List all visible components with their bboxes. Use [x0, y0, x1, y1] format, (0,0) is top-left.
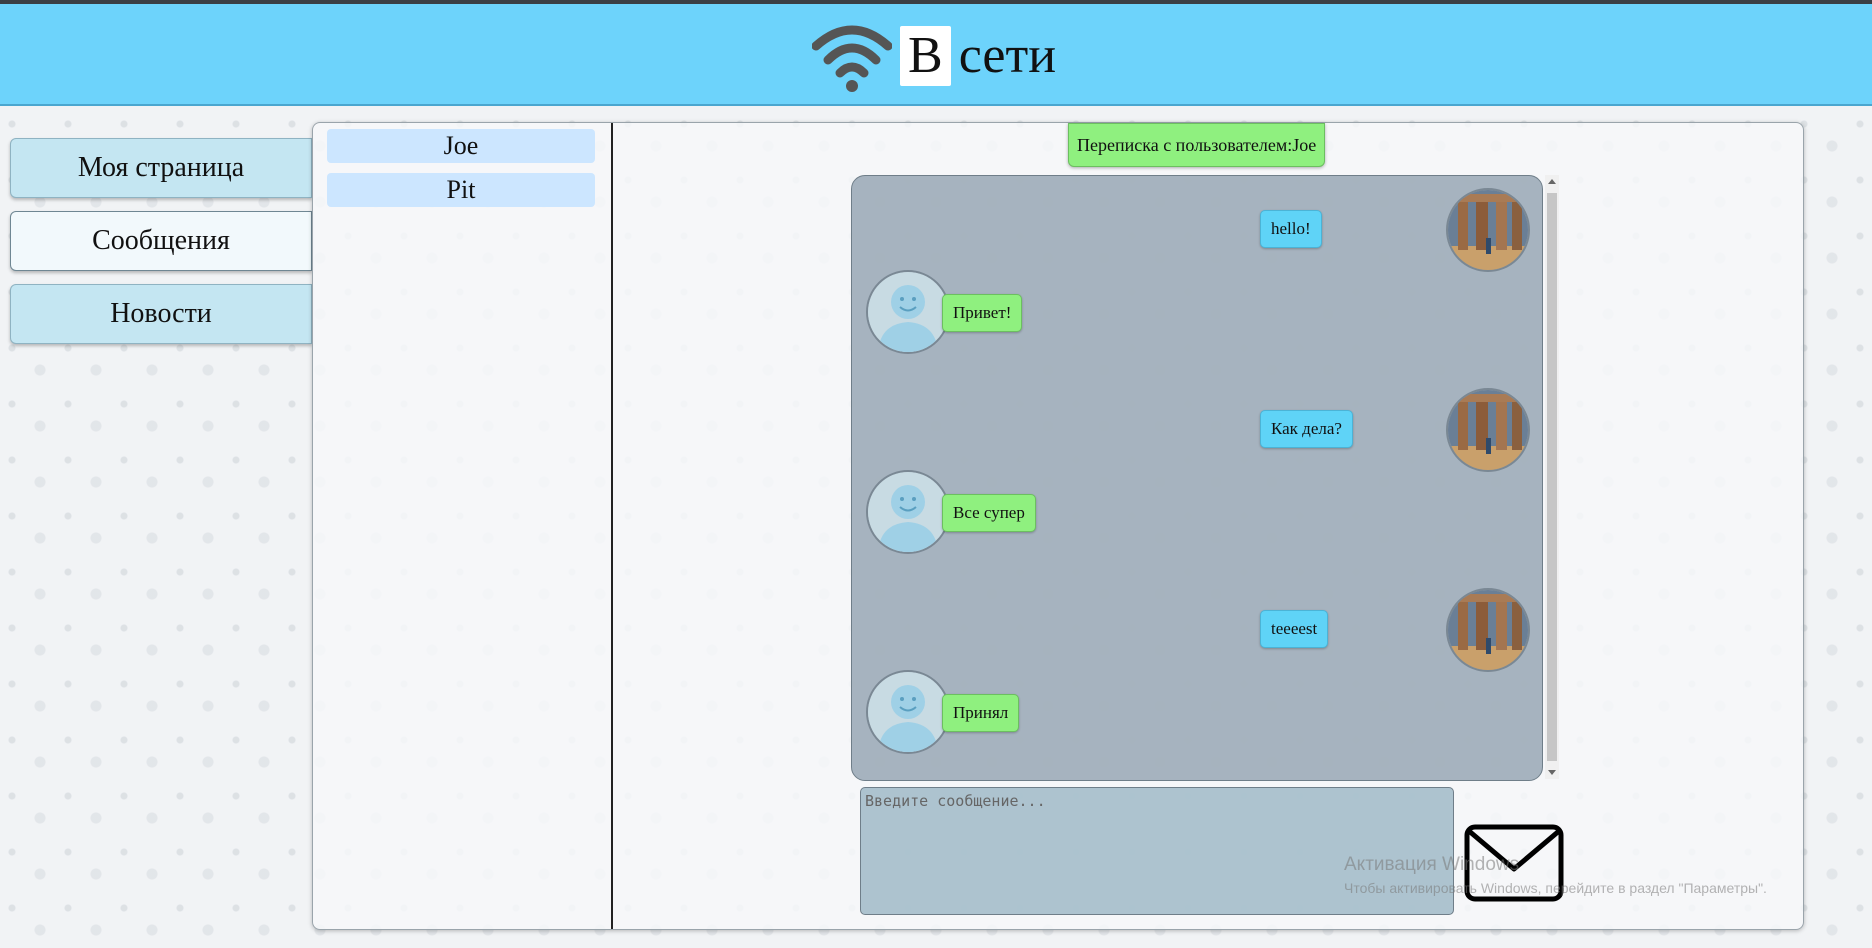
user-photo-avatar [1446, 188, 1530, 272]
contact-item[interactable]: Joe [327, 129, 595, 163]
wifi-icon [812, 25, 892, 92]
site-header: В сети [0, 4, 1872, 106]
message-bubble-outgoing: Как дела? [1260, 410, 1353, 448]
nav-messages[interactable]: Сообщения [10, 211, 312, 271]
scrollbar-thumb[interactable] [1547, 193, 1557, 761]
message-bubble-incoming: Все супер [942, 494, 1036, 532]
main-panel: Joe Pit Переписка с пользователем:Joe he… [312, 122, 1804, 930]
contact-name: Joe [443, 131, 479, 160]
nav-item-label: Моя страница [77, 152, 245, 183]
message-bubble-incoming: Принял [942, 694, 1020, 732]
contacts-divider [611, 123, 613, 929]
logo-text: сети [958, 27, 1057, 84]
nav-news[interactable]: Новости [10, 284, 312, 344]
user-photo-avatar [1446, 588, 1530, 672]
message-bubble-outgoing: teeeest [1260, 610, 1329, 648]
sidebar-nav: Моя страница Сообщения Новости [10, 138, 312, 357]
nav-item-label: Сообщения [92, 225, 230, 256]
scroll-down-arrow-icon[interactable] [1548, 770, 1556, 775]
logo-letter: В [900, 26, 951, 86]
chat-messages-area: hello! Привет! Как дела? Все супер teeee… [851, 175, 1543, 781]
chat-title: Переписка с пользователем:Joe [1068, 123, 1326, 167]
watermark-subtitle: Чтобы активировать Windows, перейдите в … [1344, 880, 1767, 896]
nav-item-label: Новости [110, 298, 212, 329]
contact-name: Pit [446, 175, 476, 204]
contact-item[interactable]: Pit [327, 173, 595, 207]
site-logo[interactable]: В сети [812, 16, 1056, 96]
default-avatar-icon [866, 470, 950, 554]
scroll-up-arrow-icon[interactable] [1548, 179, 1556, 184]
windows-activation-watermark: Активация Windows Чтобы активировать Win… [1344, 854, 1767, 896]
chat-scrollbar[interactable] [1545, 175, 1559, 779]
default-avatar-icon [866, 270, 950, 354]
watermark-title: Активация Windows [1344, 854, 1520, 875]
nav-my-page[interactable]: Моя страница [10, 138, 312, 198]
message-bubble-outgoing: hello! [1260, 210, 1322, 248]
user-photo-avatar [1446, 388, 1530, 472]
message-bubble-incoming: Привет! [942, 294, 1023, 332]
default-avatar-icon [866, 670, 950, 754]
